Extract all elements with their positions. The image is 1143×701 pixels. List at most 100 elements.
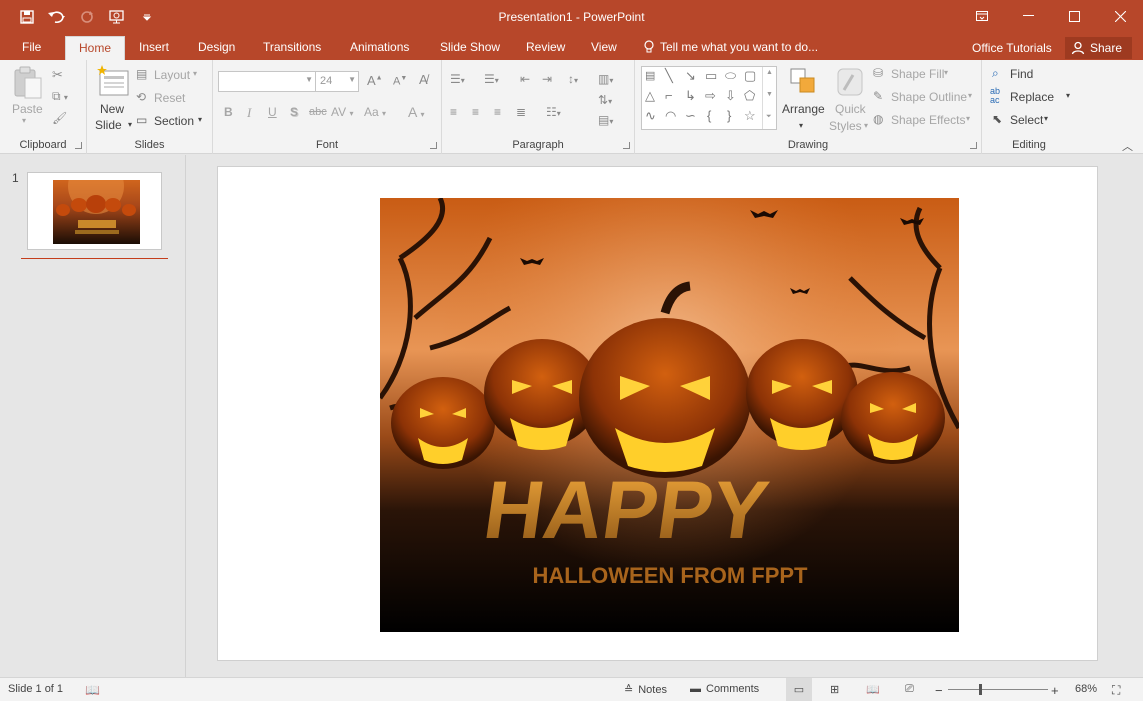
halloween-picture[interactable]: HAPPY HALLOWEEN FROM FPPT [380,198,959,632]
text-direction-icon[interactable]: ⇅▾ [598,93,612,107]
decrease-font-size-icon[interactable]: A▼ [393,75,407,88]
numbering-icon[interactable]: ☰▾ [484,72,499,86]
star-shape-icon[interactable]: ☆ [744,108,756,124]
find-button[interactable]: ⌕ Find [992,66,1072,84]
tab-design[interactable]: Design [186,36,247,60]
rectangle-shape-icon[interactable]: ▭ [705,68,717,84]
clipboard-dialog-launcher-icon[interactable] [75,142,82,149]
comments-button[interactable]: ▬ Comments [690,683,759,695]
share-button[interactable]: Share [1065,37,1133,59]
character-spacing-button[interactable]: AV ▾ [331,105,353,119]
line-spacing-icon[interactable]: ↕▾ [568,72,578,86]
shape-fill-button[interactable]: ⛁ Shape Fill ▾ [873,66,978,84]
slide-thumbnail[interactable] [27,172,162,250]
columns-icon[interactable]: ▥▾ [598,72,613,86]
strikethrough-button[interactable]: abc [309,106,327,118]
redo-icon[interactable] [74,6,100,28]
curve-shape-icon[interactable]: ∽ [685,108,696,124]
increase-indent-icon[interactable]: ⇥ [542,72,552,86]
start-from-beginning-icon[interactable] [104,6,130,28]
office-tutorials-account[interactable]: Office Tutorials [972,41,1052,55]
slide-show-icon[interactable]: ⎚ [905,683,914,696]
section-button[interactable]: ▭ Section ▾ [136,113,208,131]
save-icon[interactable] [14,6,40,28]
copy-icon[interactable]: ⧉ ▾ [52,89,68,104]
reset-button[interactable]: ⟲ Reset [136,90,208,108]
tab-review[interactable]: Review [514,36,577,60]
left-brace-shape-icon[interactable]: { [707,108,711,123]
tab-home[interactable]: Home [65,36,125,60]
align-left-icon[interactable]: ≡ [450,105,457,119]
replace-button[interactable]: ab ac Replace ▾ [990,87,1076,107]
font-size-input[interactable]: 24 ▼ [315,71,359,92]
arrange-button[interactable]: Arrange ▾ [778,66,828,136]
font-dialog-launcher-icon[interactable] [430,142,437,149]
ribbon-display-options-icon[interactable] [959,0,1005,32]
text-box-shape-icon[interactable]: ▤ [645,69,655,82]
decrease-indent-icon[interactable]: ⇤ [520,72,530,86]
triangle-shape-icon[interactable]: △ [645,88,655,104]
zoom-slider[interactable] [948,689,1048,690]
text-shadow-button[interactable]: S [290,105,298,119]
elbow-arrow-shape-icon[interactable]: ↳ [685,88,696,104]
rounded-rectangle-shape-icon[interactable]: ▢ [744,68,756,84]
zoom-in-icon[interactable]: + [1051,683,1059,698]
align-center-icon[interactable]: ≡ [472,105,479,119]
tab-file[interactable]: File [10,36,53,60]
align-right-icon[interactable]: ≡ [494,105,501,119]
scroll-up-icon[interactable]: ▲ [766,69,773,76]
shape-effects-button[interactable]: ◍ Shape Effects ▾ [873,112,978,130]
quick-styles-button[interactable]: Quick Styles ▾ [829,66,871,136]
right-arrow-shape-icon[interactable]: ⇨ [705,88,716,104]
tab-insert[interactable]: Insert [127,36,181,60]
distribute-icon[interactable]: ☷▾ [546,105,561,119]
slide-sorter-icon[interactable]: ⊞ [830,683,839,696]
arc-shape-icon[interactable]: ◠ [665,108,676,124]
shapes-gallery-scroll[interactable]: ▲ ▼ ⏷ [762,67,776,129]
tab-view[interactable]: View [579,36,629,60]
increase-font-size-icon[interactable]: A▲ [367,73,383,88]
notes-button[interactable]: ≙ Notes [624,683,667,697]
select-button[interactable]: ⬉ Select ▾ [992,112,1072,130]
tab-animations[interactable]: Animations [338,36,421,60]
cut-icon[interactable]: ✂ [52,67,63,83]
more-shapes-icon[interactable]: ⏷ [766,113,772,121]
maximize-icon[interactable] [1051,0,1097,32]
change-case-button[interactable]: Aa ▾ [364,105,386,119]
shapes-gallery[interactable]: ▤ ╲ ↘ ▭ ⬭ ▢ △ ⌐ ↳ ⇨ ⇩ ⬠ ∿ ◠ ∽ { } ☆ ▲ ▼ … [641,66,777,130]
spell-check-icon[interactable]: 📖 [85,683,100,697]
reading-view-icon[interactable]: 📖 [866,683,880,696]
elbow-connector-shape-icon[interactable]: ⌐ [665,88,673,103]
close-icon[interactable] [1097,0,1143,32]
new-slide-button[interactable]: New Slide ▾ [93,65,133,135]
slide-canvas[interactable]: HAPPY HALLOWEEN FROM FPPT [217,166,1098,661]
fit-slide-icon[interactable]: ⛶ [1112,683,1120,698]
customize-qat-icon[interactable] [134,6,160,28]
zoom-slider-thumb[interactable] [979,684,982,695]
oval-shape-icon[interactable]: ⬭ [725,68,736,84]
bullets-icon[interactable]: ☰▾ [450,72,465,86]
zoom-level[interactable]: 68% [1075,683,1097,695]
tell-me-box[interactable]: Tell me what you want to do... [644,40,818,54]
paste-button[interactable]: Paste ▾ [8,66,46,132]
shape-outline-button[interactable]: ✎ Shape Outline ▾ [873,89,978,107]
undo-icon[interactable] [44,6,70,28]
minimize-icon[interactable] [1005,0,1051,32]
freeform-shape-icon[interactable]: ∿ [645,108,656,124]
justify-icon[interactable]: ≣ [516,105,526,119]
zoom-out-icon[interactable]: − [935,683,943,698]
font-color-button[interactable]: A ▾ [408,104,424,120]
tab-transitions[interactable]: Transitions [251,36,333,60]
line-shape-icon[interactable]: ╲ [665,68,673,84]
pentagon-shape-icon[interactable]: ⬠ [744,88,755,104]
font-name-input[interactable]: ▼ [218,71,316,92]
drawing-dialog-launcher-icon[interactable] [970,142,977,149]
right-brace-shape-icon[interactable]: } [727,108,731,123]
format-painter-icon[interactable]: 🖌 [52,111,67,125]
align-text-icon[interactable]: ▤▾ [598,113,613,127]
arrow-line-shape-icon[interactable]: ↘ [685,68,696,84]
paragraph-dialog-launcher-icon[interactable] [623,142,630,149]
underline-button[interactable]: U [268,105,277,119]
down-arrow-shape-icon[interactable]: ⇩ [725,88,736,104]
scroll-down-icon[interactable]: ▼ [766,91,773,98]
